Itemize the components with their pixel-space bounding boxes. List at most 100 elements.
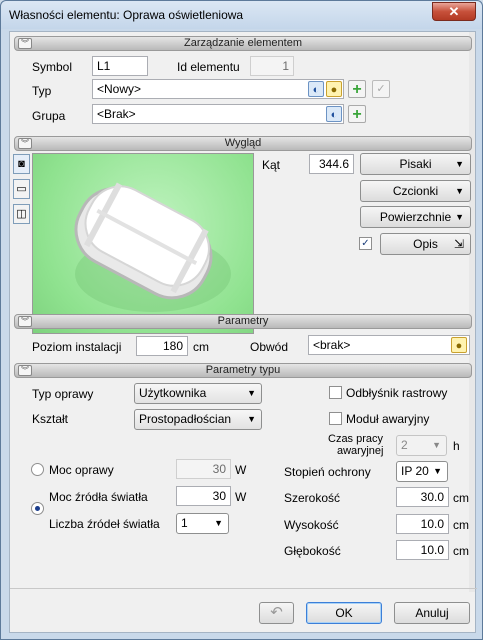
id-input: 1 (250, 56, 294, 76)
add-group-icon[interactable]: + (348, 105, 366, 123)
dialog-window: Własności elementu: Oprawa oświetleniowa… (0, 0, 483, 640)
section-title: Zarządzanie elementem (183, 37, 302, 49)
poziom-label: Poziom instalacji (32, 340, 122, 354)
pisaki-label: Pisaki (399, 157, 432, 171)
liczba-label: Liczba źródeł światła (49, 517, 160, 531)
section-title: Parametry typu (205, 364, 281, 376)
anuluj-button[interactable]: Anuluj (394, 602, 470, 624)
moc-zrodla-radio[interactable] (31, 502, 44, 515)
typ-label: Typ (32, 84, 52, 98)
luminaire-preview-image (32, 153, 254, 334)
poziom-input[interactable]: 180 (136, 336, 188, 356)
symbol-label: Symbol (32, 60, 73, 74)
typ-oprawy-select[interactable]: Użytkownika ▼ (134, 383, 262, 404)
grupa-label: Grupa (32, 109, 66, 123)
liczba-value: 1 (181, 516, 188, 530)
corner-arrow-icon: ⇲ (453, 237, 464, 251)
close-button[interactable]: ✕ (432, 2, 476, 21)
section-header-parametry-typu[interactable]: ︾ Parametry typu (14, 363, 472, 378)
czas-unit: h (453, 439, 460, 453)
collapse-chevron-icon[interactable]: ︾ (18, 138, 32, 149)
glebokosc-label: Głębokość (284, 544, 341, 558)
dropdown-arrow-icon: ▼ (455, 186, 464, 196)
group-library-icon[interactable]: ◐ (326, 106, 342, 122)
moc-zrodla-label: Moc źródła światła (49, 490, 148, 504)
szerokosc-unit: cm (453, 491, 469, 505)
window-title: Własności elementu: Oprawa oświetleniowa (9, 8, 244, 22)
cube-view-icon[interactable]: ◫ (13, 204, 30, 224)
id-label: Id elementu (177, 60, 240, 74)
scrollbar[interactable] (469, 32, 475, 592)
obwod-input[interactable]: <brak> (308, 335, 470, 355)
ksztalt-label: Kształt (32, 412, 69, 426)
ksztalt-value: Prostopadłościan (139, 412, 232, 426)
opis-checkbox[interactable]: ✓ (359, 237, 372, 250)
dialog-content: ︾ Zarządzanie elementem Symbol L1 Id ele… (9, 31, 477, 633)
moc-oprawy-input: 30 (176, 459, 231, 479)
moc-zrodla-input[interactable]: 30 (176, 486, 231, 506)
wysokosc-input[interactable]: 10.0 (396, 514, 449, 534)
folder-view-icon[interactable]: ▭ (13, 179, 30, 199)
ok-button[interactable]: OK (306, 602, 382, 624)
glebokosc-input[interactable]: 10.0 (396, 540, 449, 560)
dropdown-arrow-icon: ▼ (433, 466, 442, 476)
dropdown-arrow-icon: ▼ (455, 212, 464, 222)
opis-label: Opis (413, 237, 438, 251)
symbol-input[interactable]: L1 (92, 56, 148, 76)
undo-button[interactable]: ↶ (259, 602, 294, 624)
typ-input[interactable]: <Nowy> (92, 79, 344, 99)
title-bar: Własności elementu: Oprawa oświetleniowa… (1, 1, 482, 29)
library-icon[interactable]: ◐ (308, 81, 324, 97)
circuit-bulb-icon[interactable]: ● (451, 337, 467, 353)
czas-label-line2: awaryjnej (337, 445, 384, 457)
glebokosc-unit: cm (453, 544, 469, 558)
kat-input[interactable]: 344.6 (309, 154, 354, 174)
wysokosc-unit: cm (453, 518, 469, 532)
moc-oprawy-radio[interactable] (31, 463, 44, 476)
modul-checkbox[interactable] (329, 412, 342, 425)
obwod-label: Obwód (250, 340, 289, 354)
moc-oprawy-label: Moc oprawy (49, 463, 114, 477)
confirm-check-icon[interactable]: ✓ (372, 80, 390, 98)
czas-select: 2 ▼ (396, 435, 447, 456)
ksztalt-select[interactable]: Prostopadłościan ▼ (134, 409, 262, 430)
collapse-chevron-icon[interactable]: ︾ (18, 38, 32, 49)
dropdown-arrow-icon: ▼ (247, 414, 256, 424)
grupa-input[interactable]: <Brak> (92, 104, 344, 124)
szerokosc-label: Szerokość (284, 491, 341, 505)
szerokosc-input[interactable]: 30.0 (396, 487, 449, 507)
footer-divider (10, 588, 477, 589)
czas-value: 2 (401, 438, 408, 452)
stopien-value: IP 20 (401, 464, 429, 478)
camera-view-icon[interactable]: ◙ (13, 154, 30, 174)
odblysnik-checkbox[interactable] (329, 386, 342, 399)
section-header-zarzadzanie[interactable]: ︾ Zarządzanie elementem (14, 36, 472, 51)
liczba-select[interactable]: 1 ▼ (176, 513, 229, 534)
powierzchnie-button[interactable]: Powierzchnie ▼ (360, 206, 471, 228)
kat-label: Kąt (262, 158, 281, 172)
add-type-icon[interactable]: + (348, 80, 366, 98)
section-header-wyglad[interactable]: ︾ Wygląd (14, 136, 472, 151)
typ-oprawy-label: Typ oprawy (32, 387, 94, 401)
collapse-chevron-icon[interactable]: ︾ (18, 365, 32, 376)
powierzchnie-label: Powierzchnie (379, 210, 452, 224)
czas-label-line1: Czas pracy (328, 433, 384, 445)
moc-oprawy-unit: W (235, 463, 247, 477)
modul-label: Moduł awaryjny (346, 412, 430, 426)
moc-zrodla-unit: W (235, 490, 247, 504)
czcionki-label: Czcionki (392, 184, 439, 198)
odblysnik-label: Odbłyśnik rastrowy (346, 386, 448, 400)
opis-button[interactable]: Opis ⇲ (380, 233, 471, 255)
pisaki-button[interactable]: Pisaki ▼ (360, 153, 471, 175)
dropdown-arrow-icon: ▼ (214, 518, 223, 528)
stopien-select[interactable]: IP 20 ▼ (396, 461, 448, 482)
typ-oprawy-value: Użytkownika (139, 386, 207, 400)
section-header-parametry[interactable]: ︾ Parametry (14, 314, 472, 329)
section-title: Wygląd (224, 137, 262, 149)
czcionki-button[interactable]: Czcionki ▼ (360, 180, 471, 202)
collapse-chevron-icon[interactable]: ︾ (18, 316, 32, 327)
wysokosc-label: Wysokość (284, 518, 339, 532)
dropdown-arrow-icon: ▼ (432, 440, 441, 450)
bulb-icon[interactable]: ● (326, 81, 342, 97)
dropdown-arrow-icon: ▼ (455, 159, 464, 169)
